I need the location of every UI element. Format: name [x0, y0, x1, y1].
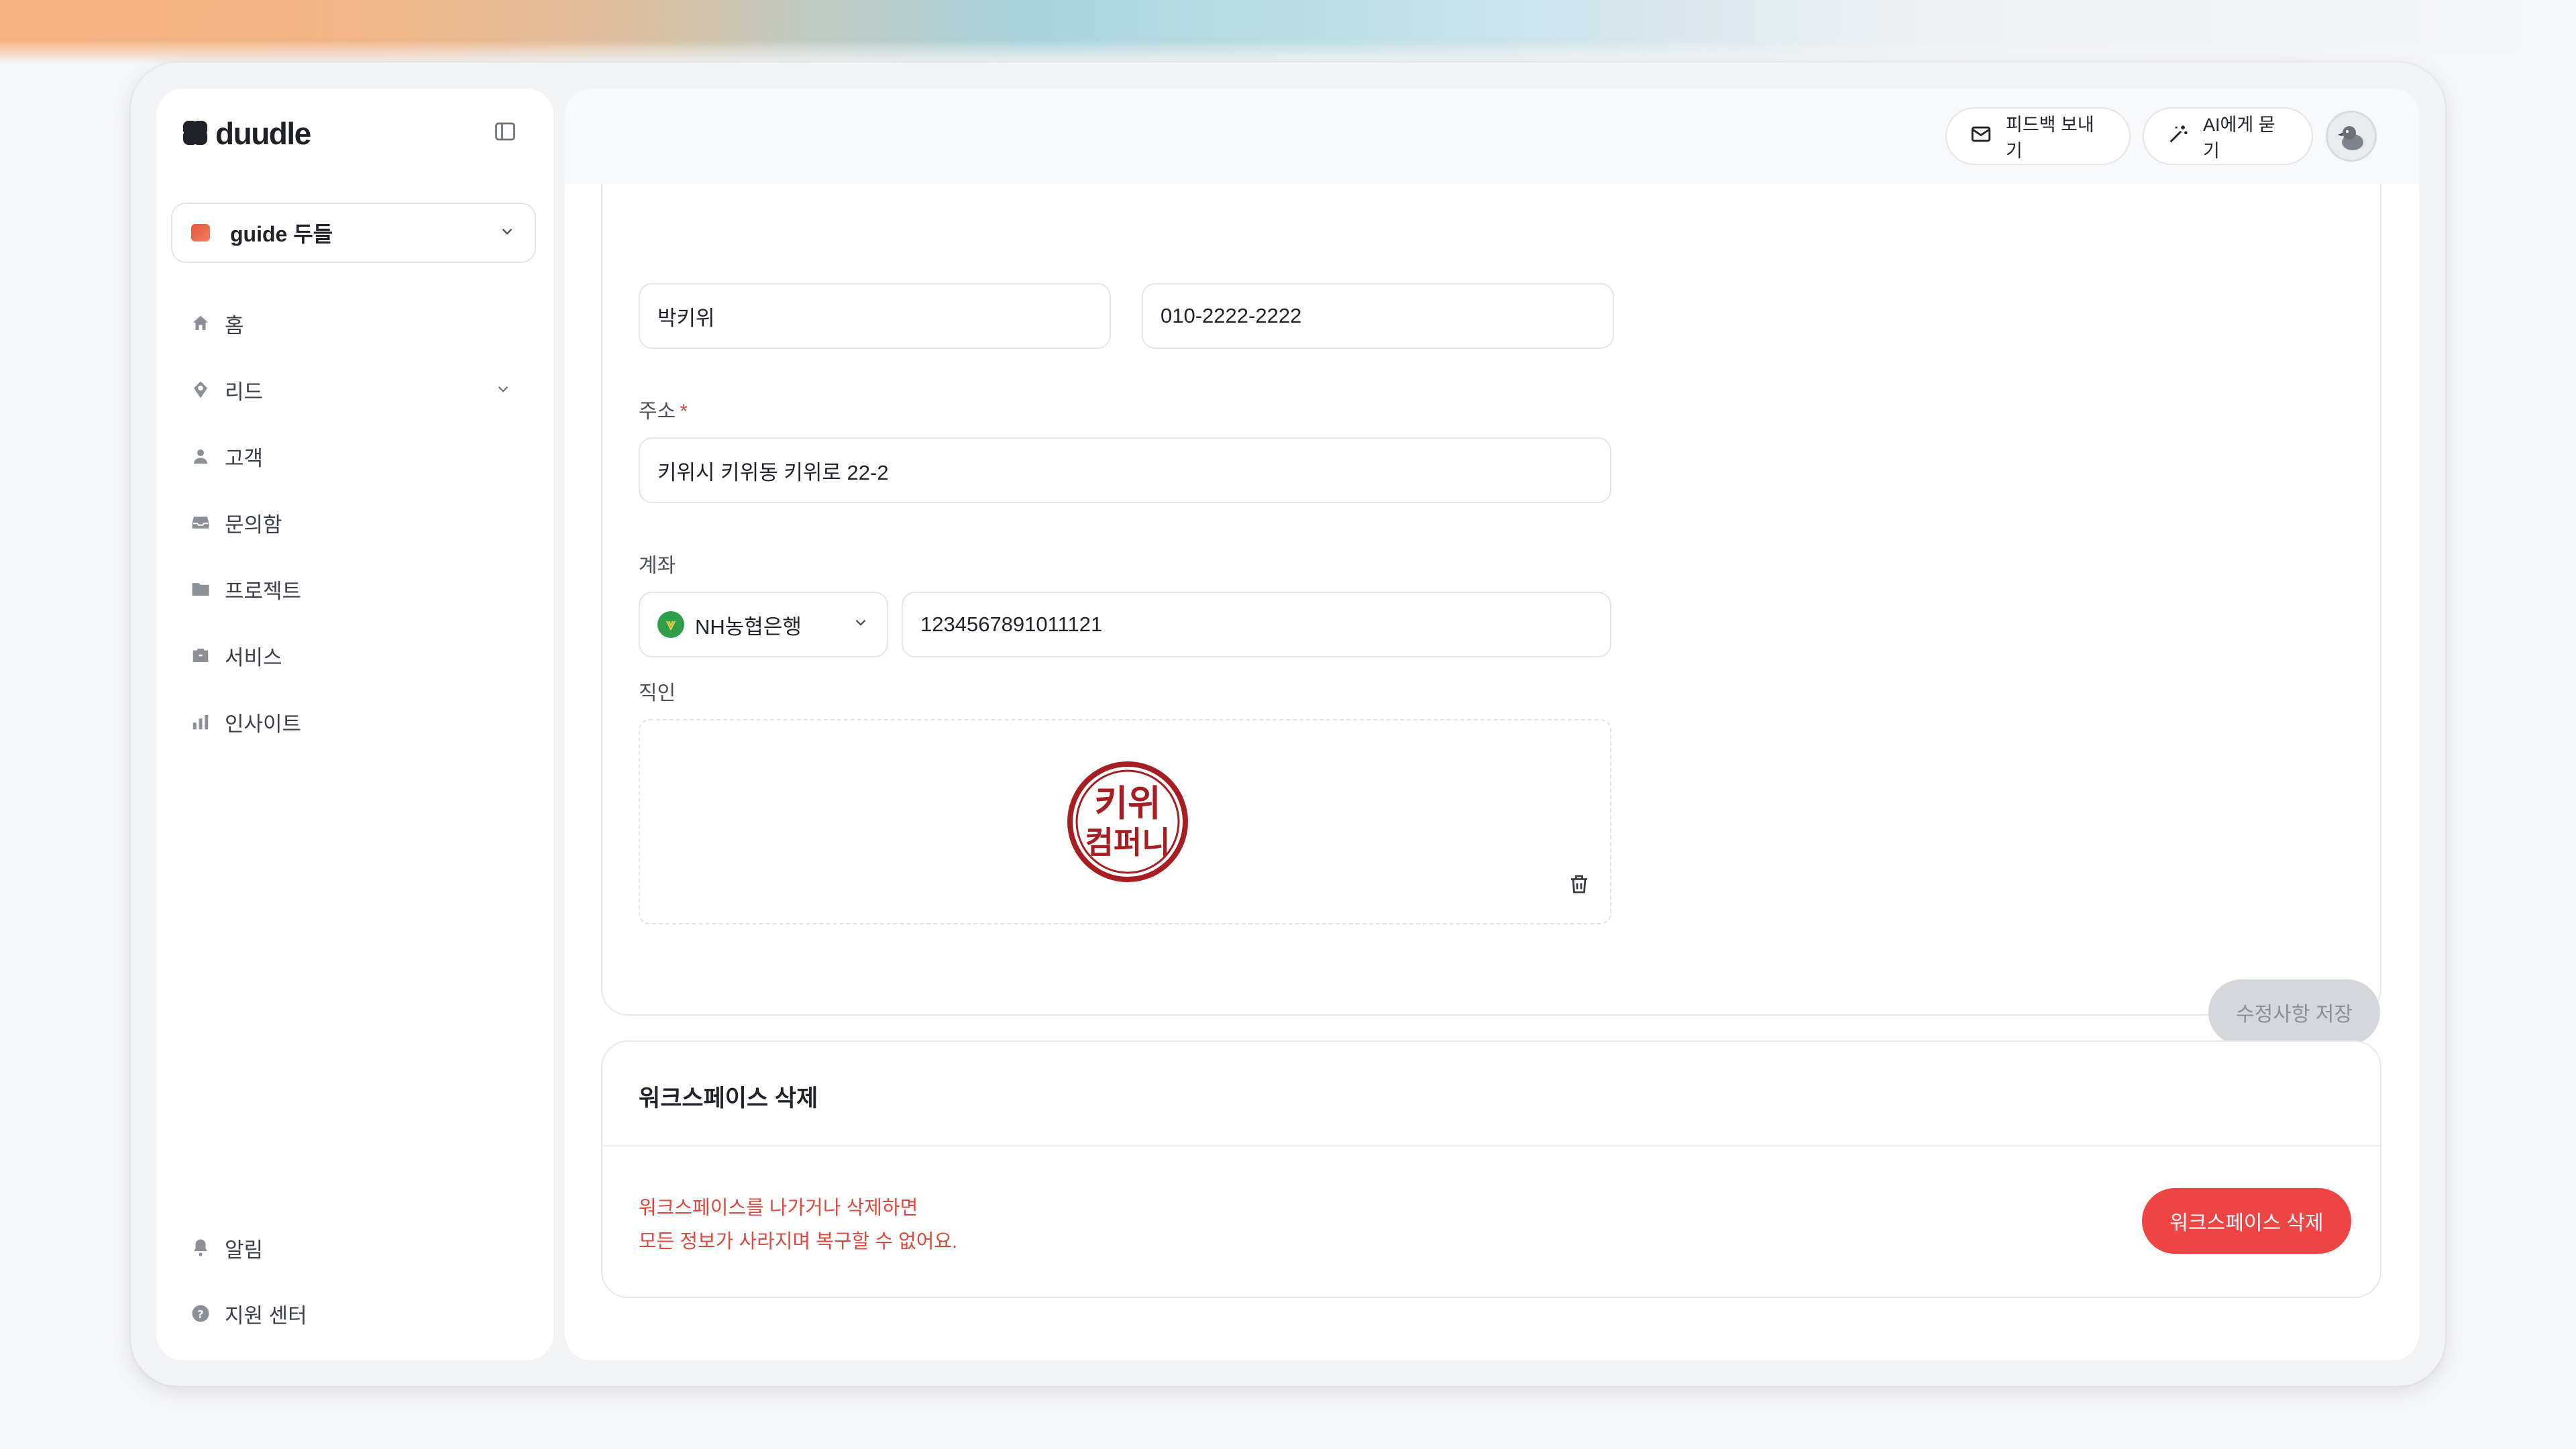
- seal-upload-area[interactable]: 키위 컴퍼니: [639, 719, 1611, 924]
- required-mark: *: [680, 400, 688, 423]
- sidebar-item-notifications[interactable]: 알림: [190, 1228, 525, 1268]
- delete-workspace-card: 워크스페이스 삭제 워크스페이스를 나가거나 삭제하면 모든 정보가 사라지며 …: [601, 1040, 2381, 1298]
- sidebar: duudle guide 두들 홈 리드 고객 문의함 프로젝트 서비스 인사이…: [156, 89, 553, 1360]
- sidebar-item-label: 문의함: [225, 513, 282, 537]
- person-icon: [190, 445, 211, 467]
- workspace-icon: [191, 224, 210, 241]
- delete-workspace-title: 워크스페이스 삭제: [639, 1085, 818, 1112]
- ask-ai-label: AI에게 묻기: [2203, 115, 2275, 161]
- workspace-settings-card: 박키위 010-2222-2222 주소 * 키위시 키위동 키위로 22-2 계…: [601, 156, 2381, 1045]
- save-changes-button[interactable]: 수정사항 저장: [2208, 979, 2380, 1045]
- home-icon: [190, 313, 211, 334]
- sidebar-item-home[interactable]: 홈: [190, 303, 525, 343]
- sidebar-item-label: 고객: [225, 446, 264, 470]
- folder-icon: [190, 578, 211, 600]
- workspace-select[interactable]: guide 두들: [171, 203, 536, 263]
- sidebar-item-label: 지원 센터: [225, 1303, 307, 1328]
- main-content: 박키위 010-2222-2222 주소 * 키위시 키위동 키위로 22-2 계…: [565, 89, 2419, 1360]
- chevron-down-icon: [852, 612, 869, 637]
- bell-icon: [190, 1237, 211, 1258]
- delete-workspace-button[interactable]: 워크스페이스 삭제: [2142, 1188, 2351, 1254]
- sidebar-item-inbox[interactable]: 문의함: [190, 502, 525, 543]
- send-feedback-label: 피드백 보내기: [2006, 115, 2094, 161]
- sidebar-item-label: 인사이트: [225, 712, 302, 736]
- lead-icon: [190, 379, 211, 400]
- send-feedback-button[interactable]: 피드백 보내기: [1945, 107, 2131, 165]
- logo[interactable]: duudle: [183, 115, 311, 152]
- logo-icon: [183, 121, 209, 146]
- nh-bank-logo-icon: [657, 611, 684, 638]
- sidebar-item-insights[interactable]: 인사이트: [190, 702, 525, 742]
- name-input[interactable]: 박키위: [639, 283, 1111, 349]
- seal-text-line1: 키위: [1094, 782, 1161, 824]
- workspace-name: guide 두들: [230, 222, 333, 246]
- sidebar-item-projects[interactable]: 프로젝트: [190, 569, 525, 609]
- sidebar-item-label: 서비스: [225, 645, 282, 669]
- mail-icon: [1970, 123, 1992, 150]
- divider: [602, 1145, 2380, 1146]
- phone-input[interactable]: 010-2222-2222: [1142, 283, 1614, 349]
- address-input[interactable]: 키위시 키위동 키위로 22-2: [639, 437, 1611, 503]
- account-label: 계좌: [639, 555, 676, 577]
- sidebar-item-label: 알림: [225, 1238, 264, 1262]
- logo-text: duudle: [215, 116, 311, 151]
- inbox-icon: [190, 512, 211, 533]
- trash-icon[interactable]: [1567, 872, 1591, 900]
- sidebar-item-leads[interactable]: 리드: [190, 370, 525, 410]
- user-avatar[interactable]: [2326, 111, 2377, 162]
- bar-chart-icon: [190, 711, 211, 733]
- help-icon: ?: [190, 1303, 211, 1324]
- sidebar-item-services[interactable]: 서비스: [190, 635, 525, 676]
- svg-text:?: ?: [197, 1307, 203, 1320]
- top-bar: 피드백 보내기 AI에게 묻기: [565, 89, 2419, 184]
- sidebar-item-customers[interactable]: 고객: [190, 436, 525, 476]
- bank-select[interactable]: NH농협은행: [639, 592, 888, 657]
- company-seal-image: 키위 컴퍼니: [1067, 761, 1188, 882]
- sidebar-item-label: 프로젝트: [225, 579, 302, 603]
- address-label: 주소 *: [639, 394, 688, 424]
- sidebar-item-label: 리드: [225, 380, 264, 404]
- seal-label: 직인: [639, 682, 676, 704]
- account-number-input[interactable]: 1234567891011121: [902, 592, 1611, 657]
- briefcase-icon: [190, 645, 211, 666]
- address-label-text: 주소: [639, 400, 676, 423]
- bank-select-value: NH농협은행: [695, 614, 802, 639]
- sidebar-item-support[interactable]: ? 지원 센터: [190, 1293, 525, 1334]
- ask-ai-button[interactable]: AI에게 묻기: [2143, 107, 2313, 165]
- sidebar-item-label: 홈: [225, 313, 244, 337]
- delete-warning-line2: 모든 정보가 사라지며 복구할 수 없어요.: [639, 1231, 958, 1252]
- chevron-down-icon[interactable]: [494, 380, 512, 401]
- chevron-down-icon: [498, 223, 516, 244]
- delete-warning-line1: 워크스페이스를 나가거나 삭제하면: [639, 1197, 918, 1219]
- seal-text-line2: 컴퍼니: [1085, 824, 1171, 861]
- sidebar-toggle-icon[interactable]: [493, 119, 517, 144]
- magic-wand-icon: [2167, 123, 2190, 150]
